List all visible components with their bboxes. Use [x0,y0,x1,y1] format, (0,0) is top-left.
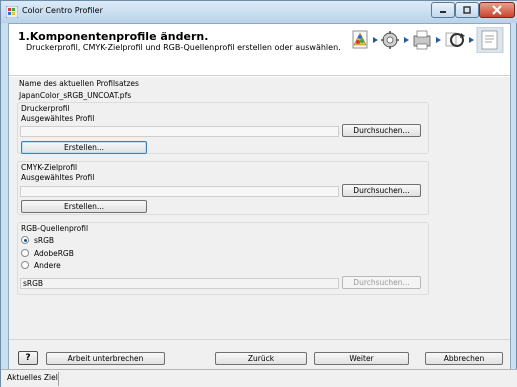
printer-profile-create-button[interactable]: Erstellen... [21,141,147,154]
cmyk-profile-field[interactable] [20,186,339,197]
refresh-icon [445,32,465,47]
app-icon [6,6,18,18]
document-icon [476,27,504,53]
maximize-button[interactable] [455,2,479,18]
main-panel: Name des aktuellen Profilsatzes JapanCol… [9,77,510,369]
cmyk-profile-selected-label: Ausgewähltes Profil [21,173,95,182]
rgb-profile-browse-button[interactable]: Durchsuchen... [342,276,421,289]
close-icon [492,5,502,15]
rgb-profile-field[interactable]: sRGB [20,278,339,289]
radio-other-label[interactable]: Andere [34,261,61,270]
client-area: 1.Komponentenprofile ändern. Druckerprof… [8,23,511,369]
minimize-button[interactable] [431,2,455,18]
application-window: Color Centro Profiler 1.Komponentenprofi… [0,0,517,387]
title-bar[interactable]: Color Centro Profiler [1,1,517,23]
cancel-button[interactable]: Abbrechen [425,352,503,365]
page-title: 1.Komponentenprofile ändern. [18,30,209,43]
printer-profile-group-label: Druckerprofil [21,104,70,113]
step-arrow-icon [436,37,441,43]
window-title: Color Centro Profiler [22,6,103,15]
pause-work-button[interactable]: Arbeit unterbrechen [46,352,165,365]
radio-adobergb-label[interactable]: AdobeRGB [34,249,74,258]
help-icon: ? [25,353,31,363]
profile-wizard-icon [352,30,368,49]
printer-icon [413,30,431,50]
wizard-steps [352,27,504,53]
radio-srgb-label[interactable]: sRGB [34,236,54,245]
cmyk-profile-create-button[interactable]: Erstellen... [21,200,147,213]
minimize-icon [440,11,446,13]
close-button[interactable] [479,2,515,18]
step-arrow-icon [469,37,474,43]
radio-srgb[interactable] [21,236,29,244]
radio-other[interactable] [21,261,29,269]
maximize-icon [463,6,471,14]
printer-profile-field[interactable] [20,126,339,137]
page-subtitle: Druckerprofil, CMYK-Zielprofil und RGB-Q… [26,43,341,52]
printer-profile-browse-button[interactable]: Durchsuchen... [342,124,421,137]
help-button[interactable]: ? [18,351,38,365]
rgb-profile-group-label: RGB-Quellenprofil [21,224,89,233]
cmyk-profile-group-label: CMYK-Zielprofil [21,163,78,172]
next-button[interactable]: Weiter [314,352,409,365]
cmyk-profile-browse-button[interactable]: Durchsuchen... [342,184,421,197]
gear-icon [381,31,399,49]
status-separator [58,372,59,386]
back-button[interactable]: Zurück [215,352,307,365]
step-arrow-icon [404,37,409,43]
status-bar: Aktuelles Ziel [1,369,517,387]
radio-adobergb[interactable] [21,249,29,257]
wizard-header: 1.Komponentenprofile ändern. Druckerprof… [9,24,510,76]
profile-set-label: Name des aktuellen Profilsatzes [19,79,139,88]
printer-profile-selected-label: Ausgewähltes Profil [21,114,95,123]
profile-set-name: JapanColor_sRGB_UNCOAT.pfs [19,91,132,100]
footer-divider [9,339,510,340]
step-arrow-icon [373,37,378,43]
status-text: Aktuelles Ziel [7,373,58,382]
